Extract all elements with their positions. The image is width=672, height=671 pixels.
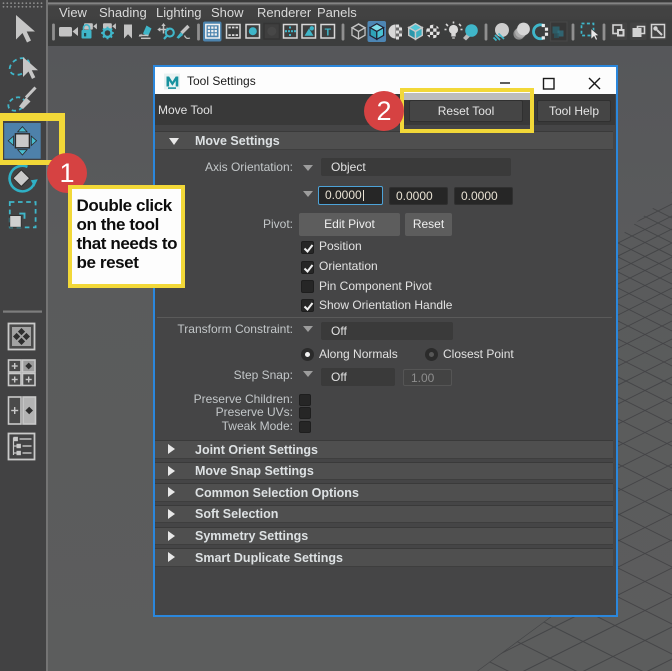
svg-text:T: T — [325, 27, 332, 39]
